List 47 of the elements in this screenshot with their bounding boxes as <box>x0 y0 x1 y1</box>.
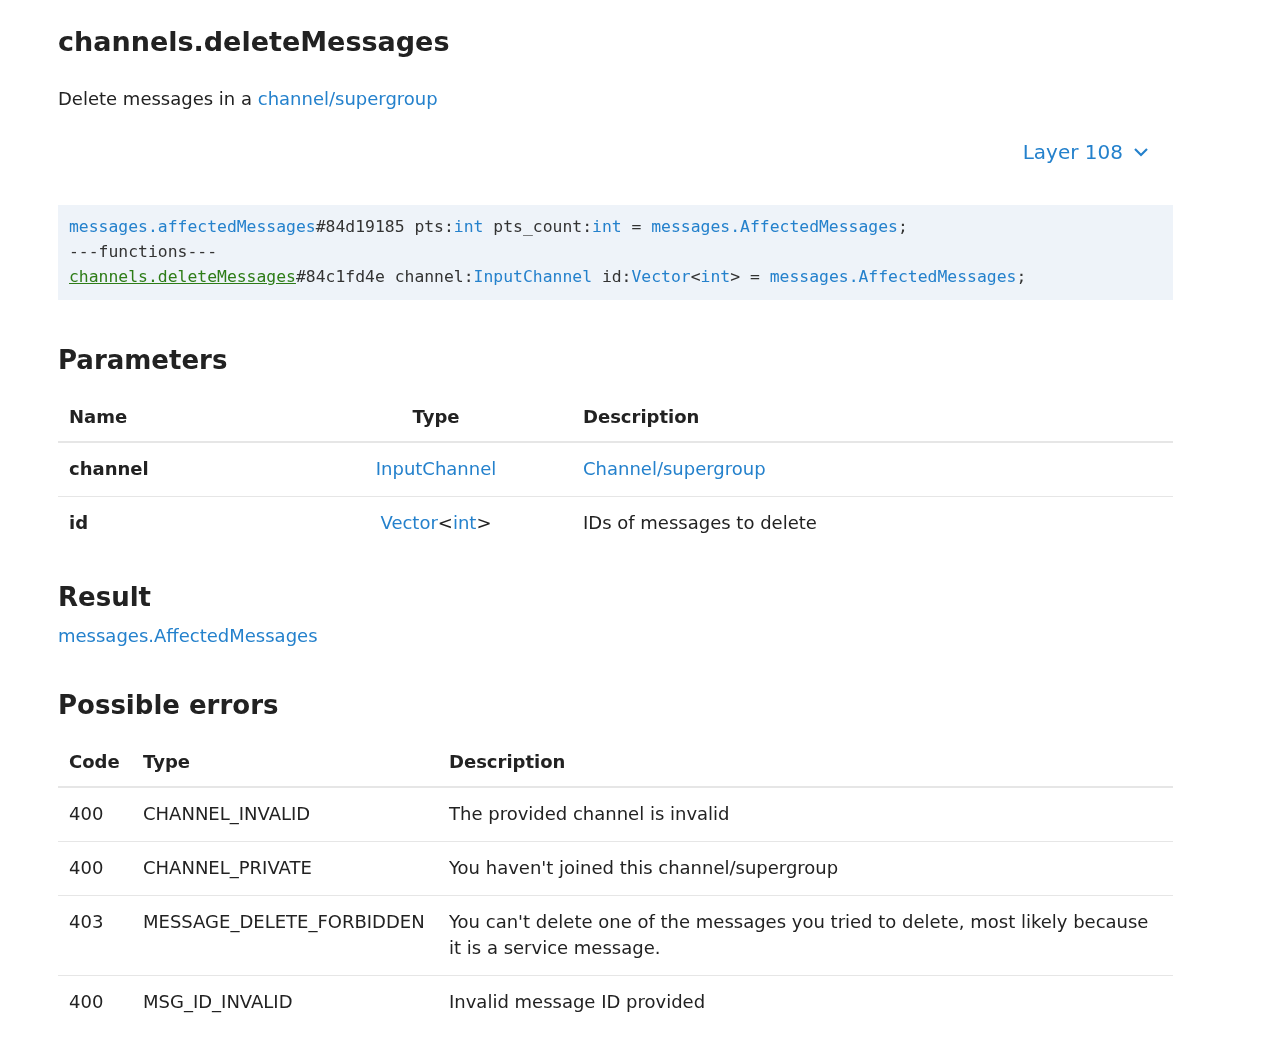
type-link[interactable]: InputChannel <box>473 267 592 286</box>
type-link[interactable]: messages.affectedMessages <box>69 217 316 236</box>
column-header: Description <box>438 738 1173 787</box>
page-title: channels.deleteMessages <box>58 25 451 59</box>
error-code: 400 <box>58 787 132 842</box>
code-line: channels.deleteMessages#84c1fd4e channel:InputChannel id:Vector<int> = messages.AffectedMessages; <box>69 266 1027 288</box>
type-link[interactable]: Vector <box>380 512 438 533</box>
error-type: CHANNEL_PRIVATE <box>132 841 438 896</box>
section-heading: Result <box>58 581 152 614</box>
type-link[interactable]: int <box>592 217 622 236</box>
parameter-name: channel <box>58 442 300 497</box>
parameter-name: id <box>58 496 300 550</box>
description-link[interactable]: channel/supergroup <box>257 88 438 109</box>
error-description: Invalid message ID provided <box>438 975 1173 1029</box>
error-description: You haven't joined this channel/supergroup <box>438 841 1173 896</box>
method-link[interactable]: channels.deleteMessages <box>69 267 296 286</box>
method-description: Delete messages in a channel/supergroup <box>58 87 439 111</box>
parameter-type: Vector<int> <box>300 496 572 550</box>
type-link[interactable]: messages.AffectedMessages <box>769 267 1017 286</box>
error-type: MESSAGE_DELETE_FORBIDDEN <box>132 895 438 976</box>
error-description: You can't delete one of the messages you tried to delete, most likely because it is a service message. <box>438 895 1173 976</box>
column-header: Type <box>132 738 438 787</box>
error-code: 403 <box>58 895 132 976</box>
error-code: 400 <box>58 841 132 896</box>
error-code: 400 <box>58 975 132 1029</box>
section-heading: Possible errors <box>58 689 280 722</box>
error-description: The provided channel is invalid <box>438 787 1173 842</box>
type-link[interactable]: InputChannel <box>375 458 497 479</box>
type-link[interactable]: int <box>452 512 477 533</box>
column-header: Type <box>300 393 572 442</box>
type-link[interactable]: int <box>700 267 731 286</box>
parameter-description: IDs of messages to delete <box>572 496 1173 550</box>
error-type: MSG_ID_INVALID <box>132 975 438 1029</box>
type-link[interactable]: Vector <box>631 267 691 286</box>
description-link[interactable]: Channel/supergroup <box>583 458 766 479</box>
type-link[interactable]: messages.AffectedMessages <box>651 217 898 236</box>
layer-selector[interactable]: Layer 108 <box>1022 139 1149 165</box>
result-type-link[interactable]: messages.AffectedMessages <box>58 624 318 648</box>
column-header: Description <box>572 393 1173 442</box>
code-line: messages.affectedMessages#84d19185 pts:int pts_count:int = messages.AffectedMessages; <box>69 216 908 238</box>
section-heading: Parameters <box>58 344 229 377</box>
column-header: Code <box>58 738 132 787</box>
chevron-down-icon <box>1133 147 1149 157</box>
code-line: ---functions--- <box>69 241 218 263</box>
type-link[interactable]: int <box>453 217 484 236</box>
column-header: Name <box>58 393 300 442</box>
error-type: CHANNEL_INVALID <box>132 787 438 842</box>
